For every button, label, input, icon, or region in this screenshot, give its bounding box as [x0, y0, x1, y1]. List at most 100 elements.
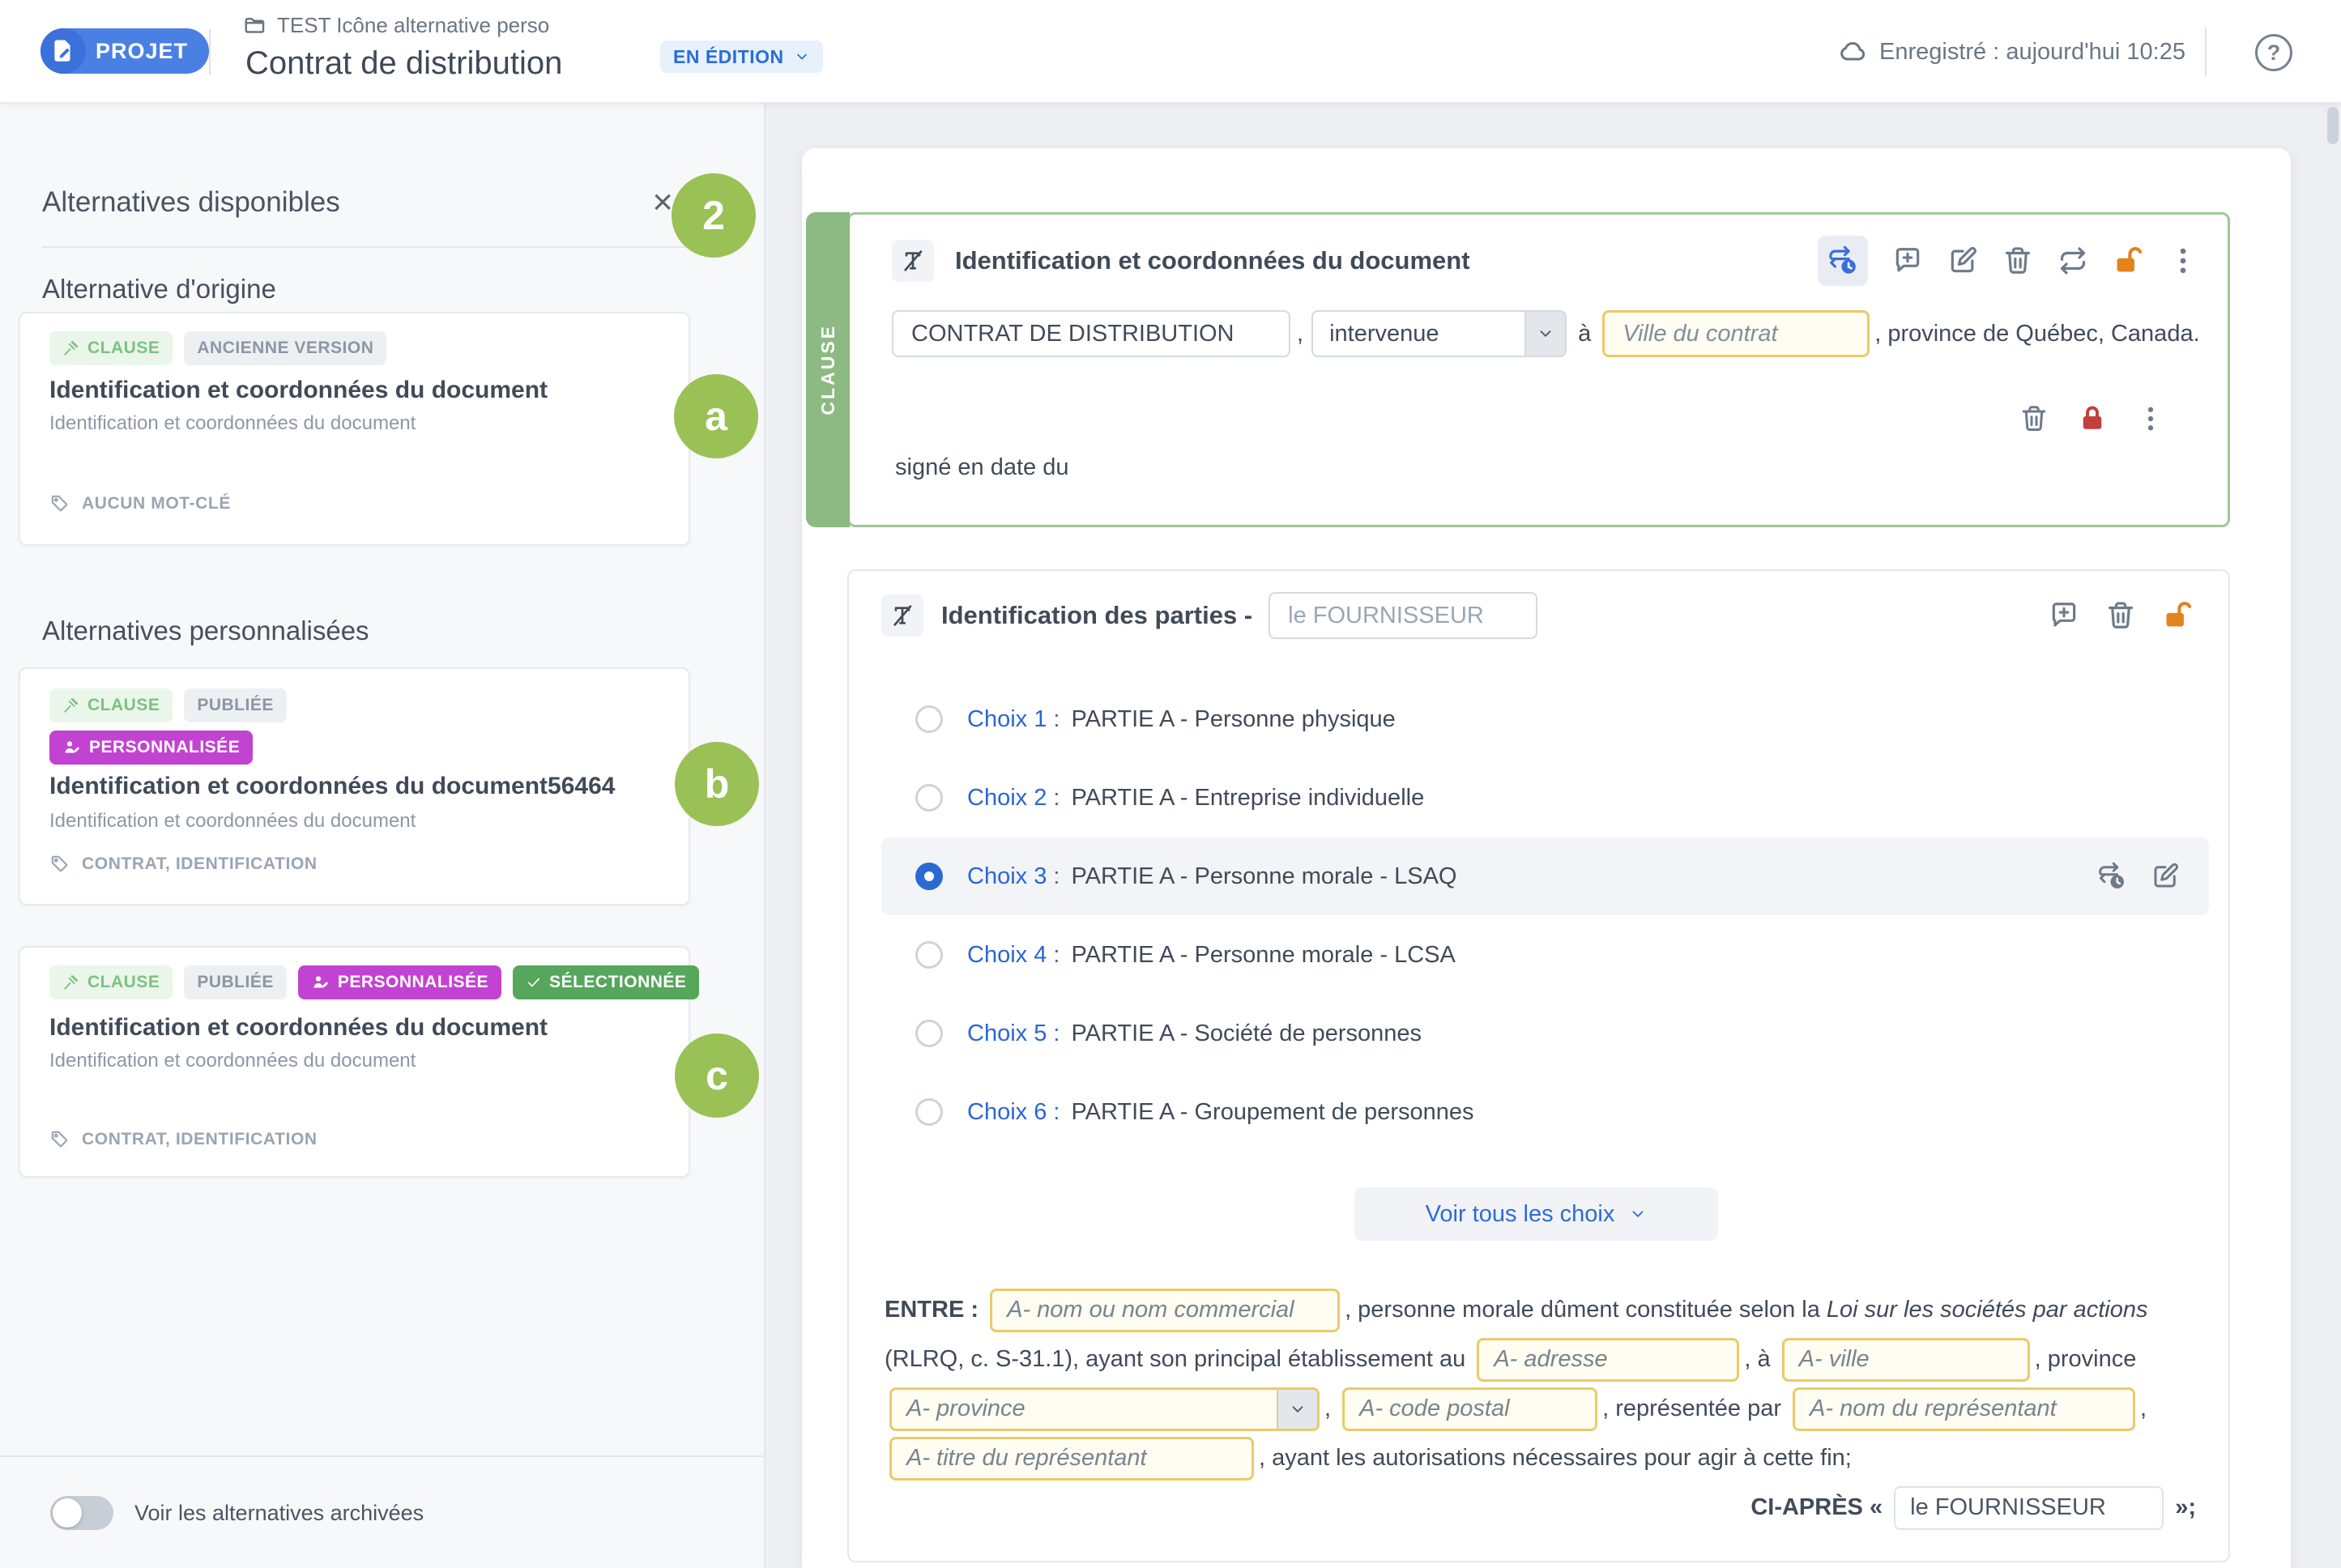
- locked-icon[interactable]: [2078, 404, 2107, 433]
- alternative-subtitle: Identification et coordonnées du documen…: [49, 1050, 416, 1072]
- representative-title-input[interactable]: A- titre du représentant: [889, 1437, 1254, 1481]
- choice-number: Choix 6 :: [967, 1099, 1060, 1126]
- edit-icon[interactable]: [2151, 862, 2180, 891]
- add-comment-icon[interactable]: [1892, 245, 1923, 276]
- save-status: Enregistré : aujourd'hui 10:25: [1839, 37, 2185, 66]
- choice-number: Choix 1 :: [967, 706, 1060, 733]
- at-label: à: [1578, 321, 1591, 347]
- add-comment-icon[interactable]: [2049, 600, 2079, 631]
- alternatives-history-icon[interactable]: [2097, 862, 2126, 891]
- clause-type-icon: [892, 240, 934, 282]
- radio-icon[interactable]: [915, 1020, 943, 1047]
- tag-icon: [49, 1129, 70, 1150]
- selected-badge: SÉLECTIONNÉE: [513, 965, 699, 999]
- clause-title: Identification et coordonnées du documen…: [955, 246, 1470, 275]
- annotation-marker-b: b: [675, 742, 759, 826]
- alternative-subtitle: Identification et coordonnées du documen…: [49, 810, 416, 833]
- choice-label: PARTIE A - Personne physique: [1071, 706, 1395, 733]
- choice-label: PARTIE A - Société de personnes: [1071, 1020, 1422, 1047]
- alternative-title: Identification et coordonnées du documen…: [49, 1014, 664, 1042]
- province-tail-label: , province de Québec, Canada.: [1874, 321, 2199, 347]
- postal-code-input[interactable]: A- code postal: [1342, 1387, 1597, 1431]
- clause-title: Identification des parties -: [941, 601, 1252, 630]
- status-dropdown[interactable]: EN ÉDITION: [660, 40, 823, 73]
- header-divider: [2205, 28, 2207, 76]
- delete-icon[interactable]: [2019, 404, 2049, 433]
- entre-label: ENTRE :: [885, 1297, 985, 1323]
- alternative-card-custom-1[interactable]: CLAUSE PUBLIÉE PERSONNALISÉE Identificat…: [19, 667, 690, 905]
- representative-name-input[interactable]: A- nom du représentant: [1793, 1387, 2135, 1431]
- see-all-choices-button[interactable]: Voir tous les choix: [1354, 1187, 1718, 1241]
- archived-toggle[interactable]: [50, 1496, 113, 1530]
- choice-number: Choix 3 :: [967, 863, 1060, 890]
- project-badge: PROJET: [41, 28, 209, 74]
- alternatives-history-icon[interactable]: [1818, 236, 1868, 286]
- party-shortname-input[interactable]: le FOURNISSEUR: [1894, 1486, 2164, 1530]
- radio-icon[interactable]: [915, 784, 943, 812]
- keywords-label: AUCUN MOT-CLÉ: [82, 494, 231, 513]
- delete-icon[interactable]: [2105, 600, 2136, 631]
- contract-city-input[interactable]: Ville du contrat: [1602, 310, 1870, 357]
- clause-card-identification-document: CLAUSE Identification et coordonnées du …: [847, 212, 2230, 527]
- radio-icon[interactable]: [915, 1098, 943, 1126]
- choice-option-3-selected[interactable]: Choix 3 : PARTIE A - Personne morale - L…: [881, 837, 2209, 915]
- keywords-label: CONTRAT, IDENTIFICATION: [82, 854, 318, 874]
- alternative-card-custom-2-selected[interactable]: CLAUSE PUBLIÉE PERSONNALISÉE SÉLECTIONNÉ…: [19, 946, 690, 1178]
- alternative-subtitle: Identification et coordonnées du documen…: [49, 412, 416, 435]
- choice-option-4[interactable]: Choix 4 : PARTIE A - Personne morale - L…: [881, 916, 2209, 994]
- header-divider: [209, 29, 211, 75]
- alternative-title: Identification et coordonnées du documen…: [49, 773, 664, 800]
- more-options-icon[interactable]: [2168, 245, 2198, 276]
- signed-date-label: signé en date du: [895, 454, 1068, 481]
- choice-label: PARTIE A - Entreprise individuelle: [1071, 785, 1424, 812]
- clause-card-identification-parties: Identification des parties - le FOURNISS…: [847, 569, 2230, 1562]
- city-input[interactable]: A- ville: [1782, 1338, 2030, 1382]
- unlocked-icon[interactable]: [2162, 600, 2193, 631]
- chevron-down-icon: [1277, 1390, 1317, 1429]
- chevron-down-icon: [1629, 1205, 1647, 1223]
- top-bar: PROJET TEST Icône alternative perso Cont…: [0, 0, 2341, 104]
- choice-number: Choix 4 :: [967, 942, 1060, 969]
- radio-selected-icon[interactable]: [915, 863, 943, 890]
- swap-icon[interactable]: [2057, 245, 2088, 276]
- choice-option-6[interactable]: Choix 6 : PARTIE A - Groupement de perso…: [881, 1073, 2209, 1151]
- scrollbar-thumb[interactable]: [2327, 107, 2339, 144]
- help-icon[interactable]: ?: [2255, 34, 2292, 71]
- breadcrumb[interactable]: TEST Icône alternative perso: [243, 13, 549, 38]
- intervenue-select[interactable]: intervenue: [1311, 310, 1567, 357]
- entre-paragraph: ENTRE : A- nom ou nom commercial, person…: [885, 1285, 2196, 1532]
- breadcrumb-label: TEST Icône alternative perso: [277, 13, 549, 38]
- contract-type-input[interactable]: CONTRAT DE DISTRIBUTION: [892, 310, 1290, 357]
- choice-option-2[interactable]: Choix 2 : PARTIE A - Entreprise individu…: [881, 759, 2209, 837]
- party-name-input[interactable]: le FOURNISSEUR: [1269, 592, 1537, 639]
- choice-option-1[interactable]: Choix 1 : PARTIE A - Personne physique: [881, 680, 2209, 758]
- choice-label: PARTIE A - Personne morale - LCSA: [1071, 942, 1455, 969]
- more-options-icon[interactable]: [2136, 404, 2165, 433]
- alternative-card-origin[interactable]: CLAUSE ANCIENNE VERSION Identification e…: [19, 312, 690, 546]
- project-doc-pen-icon: [41, 28, 86, 74]
- panel-divider: [42, 246, 690, 248]
- status-label: EN ÉDITION: [673, 46, 784, 68]
- unlocked-icon[interactable]: [2113, 245, 2143, 276]
- annotation-marker-c: c: [675, 1033, 759, 1118]
- save-status-label: Enregistré : aujourd'hui 10:25: [1879, 39, 2185, 66]
- delete-icon[interactable]: [2002, 245, 2033, 276]
- address-input[interactable]: A- adresse: [1477, 1338, 1739, 1382]
- close-icon[interactable]: ×: [652, 185, 673, 220]
- radio-icon[interactable]: [915, 705, 943, 733]
- panel-title: Alternatives disponibles: [42, 186, 340, 219]
- section-custom-heading: Alternatives personnalisées: [42, 616, 369, 646]
- old-version-badge: ANCIENNE VERSION: [184, 331, 386, 365]
- cloud-icon: [1839, 37, 1868, 66]
- alternatives-panel: Alternatives disponibles × Alternative d…: [0, 104, 765, 1568]
- personalized-badge: PERSONNALISÉE: [49, 731, 253, 765]
- radio-icon[interactable]: [915, 941, 943, 969]
- edit-icon[interactable]: [1947, 245, 1978, 276]
- choice-option-5[interactable]: Choix 5 : PARTIE A - Société de personne…: [881, 995, 2209, 1072]
- choice-number: Choix 5 :: [967, 1020, 1060, 1047]
- law-title: Loi sur les sociétés par actions: [1827, 1297, 2148, 1323]
- document-page: CLAUSE Identification et coordonnées du …: [802, 148, 2291, 1568]
- company-name-input[interactable]: A- nom ou nom commercial: [990, 1289, 1340, 1332]
- page-title: Contrat de distribution: [245, 45, 562, 82]
- province-select[interactable]: A- province: [889, 1387, 1320, 1431]
